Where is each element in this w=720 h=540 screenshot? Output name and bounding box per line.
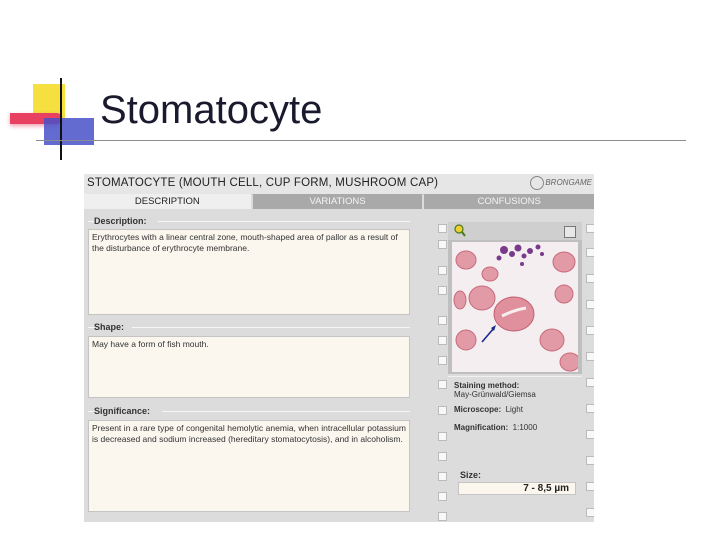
checkbox[interactable]	[438, 336, 447, 345]
staining-label: Staining method:	[454, 381, 520, 390]
checkbox[interactable]	[586, 300, 594, 309]
checkbox[interactable]	[438, 316, 447, 325]
magnification-label: Magnification:	[454, 423, 509, 432]
checkbox[interactable]	[438, 512, 447, 521]
description-body: Erythrocytes with a linear central zone,…	[92, 232, 398, 253]
shape-label: Shape:	[94, 322, 125, 332]
image-toolbar	[448, 222, 582, 240]
image-panel	[448, 222, 582, 374]
checkbox[interactable]	[586, 352, 594, 361]
slide-decoration-vline	[60, 78, 62, 160]
logo-swirl-icon	[530, 176, 545, 190]
checkbox[interactable]	[438, 266, 447, 275]
logo-text: BRONGAME	[545, 178, 592, 188]
significance-label: Significance:	[94, 406, 151, 416]
checkbox[interactable]	[586, 248, 594, 257]
tab-bar: DESCRIPTION VARIATIONS CONFUSIONS	[84, 194, 594, 209]
checkbox[interactable]	[586, 456, 594, 465]
image-info: Staining method: May-Grünwald/Giemsa Mic…	[448, 376, 582, 453]
tab-variations[interactable]: VARIATIONS	[252, 194, 423, 209]
app-header: STOMATOCYTE (MOUTH CELL, CUP FORM, MUSHR…	[84, 174, 594, 195]
checkbox[interactable]	[438, 472, 447, 481]
significance-text: Present in a rare type of congenital hem…	[88, 420, 410, 512]
shape-text: May have a form of fish mouth.	[88, 336, 410, 398]
micrograph-svg	[452, 242, 581, 372]
checkbox[interactable]	[438, 240, 447, 249]
app-title: STOMATOCYTE (MOUTH CELL, CUP FORM, MUSHR…	[87, 177, 439, 189]
checkbox[interactable]	[586, 430, 594, 439]
description-panel: Description: Erythrocytes with a linear …	[84, 210, 422, 522]
section-line	[158, 221, 410, 222]
checkbox[interactable]	[586, 508, 594, 517]
checkbox[interactable]	[438, 406, 447, 415]
magnification-value: 1:1000	[512, 423, 538, 432]
micrograph-image	[452, 242, 581, 372]
atlas-window: STOMATOCYTE (MOUTH CELL, CUP FORM, MUSHR…	[84, 174, 594, 522]
size-label: Size:	[460, 470, 482, 480]
checkbox[interactable]	[586, 274, 594, 283]
checkbox[interactable]	[586, 326, 594, 335]
grid-icon[interactable]	[564, 226, 576, 238]
checkbox[interactable]	[438, 452, 447, 461]
shape-body: May have a form of fish mouth.	[92, 339, 209, 349]
checkbox[interactable]	[438, 432, 447, 441]
checkbox[interactable]	[586, 378, 594, 387]
description-label: Description:	[94, 216, 147, 226]
checkbox[interactable]	[586, 404, 594, 413]
section-line	[162, 411, 410, 412]
size-value: 7 - 8,5 µm	[458, 482, 576, 495]
tab-confusions[interactable]: CONFUSIONS	[424, 194, 594, 209]
section-line	[132, 327, 410, 328]
checkbox[interactable]	[438, 356, 447, 365]
checkbox[interactable]	[586, 482, 594, 491]
microscope-value: Light	[505, 405, 523, 414]
checkbox[interactable]	[438, 286, 447, 295]
checkbox[interactable]	[438, 380, 447, 389]
magnifier-icon[interactable]	[454, 224, 466, 237]
microscope-label: Microscope:	[454, 405, 502, 414]
staining-value: May-Grünwald/Giemsa	[454, 390, 536, 399]
checkbox[interactable]	[586, 224, 594, 233]
checkbox[interactable]	[438, 492, 447, 501]
slide-title: Stomatocyte	[100, 88, 323, 132]
size-section: Size: 7 - 8,5 µm	[448, 458, 582, 498]
significance-body: Present in a rare type of congenital hem…	[92, 423, 406, 444]
tab-description[interactable]: DESCRIPTION	[84, 194, 251, 209]
checkbox[interactable]	[438, 224, 447, 233]
brand-logo: BRONGAME	[530, 176, 592, 190]
description-text: Erythrocytes with a linear central zone,…	[88, 229, 410, 315]
slide-title-underline	[36, 140, 686, 141]
